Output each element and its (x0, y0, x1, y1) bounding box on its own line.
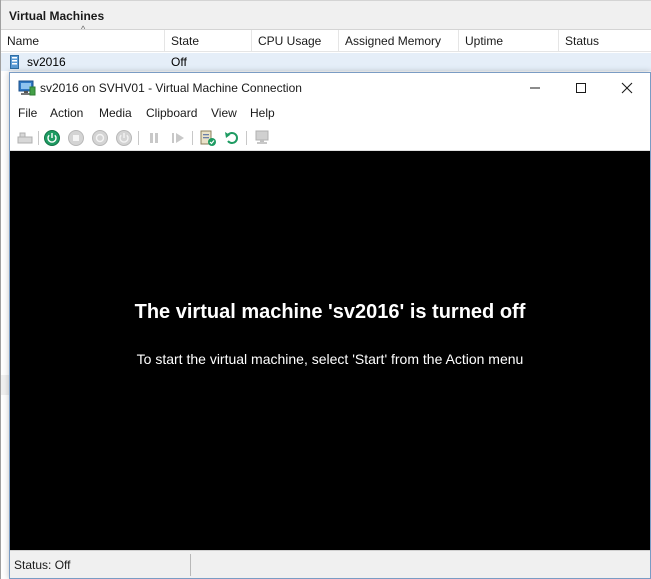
menu-file[interactable]: File (18, 106, 37, 120)
column-header-assigned-memory[interactable]: Assigned Memory (339, 30, 459, 52)
column-header-status[interactable]: Status (559, 30, 651, 52)
vm-connection-icon (18, 80, 36, 96)
vm-connection-window: sv2016 on SVHV01 - Virtual Machine Conne… (9, 72, 651, 579)
vm-server-icon (10, 55, 19, 69)
menu-bar: File Action Media Clipboard View Help (10, 103, 650, 125)
close-icon (621, 82, 633, 94)
minimize-icon (530, 87, 540, 89)
screen-heading: The virtual machine 'sv2016' is turned o… (134, 301, 526, 323)
vm-display[interactable]: The virtual machine 'sv2016' is turned o… (10, 151, 650, 550)
ctrl-alt-del-icon[interactable] (16, 129, 34, 147)
menu-help[interactable]: Help (250, 106, 275, 120)
revert-icon[interactable] (223, 129, 241, 147)
column-header-cpu-usage[interactable]: CPU Usage (252, 30, 339, 52)
sort-ascending-icon: ^ (81, 24, 86, 34)
save-icon[interactable] (115, 129, 133, 147)
toolbar-separator (38, 131, 39, 145)
reset-icon[interactable] (169, 129, 187, 147)
menu-media[interactable]: Media (99, 106, 132, 120)
column-header-row: Name State CPU Usage Assigned Memory Upt… (1, 30, 651, 52)
status-divider (190, 554, 191, 576)
screen-message: To start the virtual machine, select 'St… (136, 351, 524, 367)
toolbar-separator (246, 131, 247, 145)
menu-action[interactable]: Action (50, 106, 83, 120)
status-bar: Status: Off (10, 550, 650, 578)
turn-off-icon[interactable] (67, 129, 85, 147)
start-icon[interactable] (43, 129, 61, 147)
status-text: Status: Off (14, 558, 71, 572)
enhanced-session-icon[interactable] (253, 129, 271, 147)
maximize-button[interactable] (558, 73, 604, 103)
toolbar (10, 125, 650, 151)
close-button[interactable] (604, 73, 650, 103)
pause-icon[interactable] (145, 129, 163, 147)
vm-state-cell: Off (171, 55, 187, 69)
menu-view[interactable]: View (211, 106, 237, 120)
vm-name-cell: sv2016 (27, 55, 66, 69)
window-title: sv2016 on SVHV01 - Virtual Machine Conne… (40, 81, 302, 95)
title-bar[interactable]: sv2016 on SVHV01 - Virtual Machine Conne… (10, 73, 650, 103)
column-header-uptime[interactable]: Uptime (459, 30, 559, 52)
panel-title: Virtual Machines (9, 9, 105, 23)
menu-clipboard[interactable]: Clipboard (146, 106, 197, 120)
toolbar-separator (138, 131, 139, 145)
column-header-state[interactable]: State (165, 30, 252, 52)
checkpoint-icon[interactable] (199, 129, 217, 147)
table-row[interactable]: sv2016 Off (1, 53, 651, 71)
minimize-button[interactable] (512, 73, 558, 103)
maximize-icon (576, 83, 586, 93)
toolbar-separator (192, 131, 193, 145)
panel-header: Virtual Machines (1, 0, 651, 30)
shut-down-icon[interactable] (91, 129, 109, 147)
